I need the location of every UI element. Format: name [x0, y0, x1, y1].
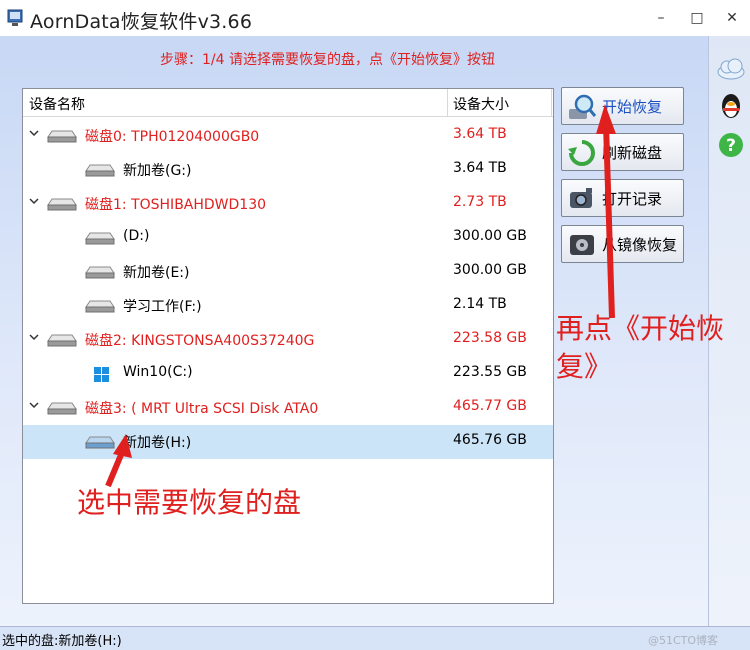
- column-header-name[interactable]: 设备名称: [29, 94, 85, 114]
- row-name: 磁盘2: KINGSTONSA400S37240G: [85, 333, 315, 349]
- watermark: @51CTO博客: [648, 634, 719, 647]
- list-header: 设备名称 设备大小: [23, 89, 553, 117]
- volume-row[interactable]: (D:) 300.00 GB: [23, 221, 553, 255]
- hard-disk-icon: [47, 334, 77, 347]
- row-size: 465.76 GB: [453, 432, 527, 448]
- minimize-button[interactable]: –: [652, 9, 670, 27]
- start-recovery-button[interactable]: 开始恢复: [561, 87, 684, 125]
- volume-icon: [85, 164, 115, 177]
- row-name: 磁盘3: ( MRT Ultra SCSI Disk ATA0: [85, 401, 319, 417]
- windows-icon: [94, 367, 109, 382]
- status-bar: 选中的盘:新加卷(H:) @51CTO博客: [0, 626, 750, 650]
- open-record-button[interactable]: 打开记录: [561, 179, 684, 217]
- annotation-click-start-line1: 再点《开始恢: [556, 312, 725, 345]
- disk-row[interactable]: 磁盘2: KINGSTONSA400S37240G 223.58 GB: [23, 323, 553, 357]
- row-name: 磁盘0: TPH01204000GB0: [85, 129, 260, 145]
- volume-row[interactable]: Win10(C:) 223.55 GB: [23, 357, 553, 391]
- volume-icon: [85, 300, 115, 313]
- row-name: Win10(C:): [123, 364, 193, 380]
- chevron-down-icon[interactable]: [28, 195, 40, 207]
- camera-icon: [570, 188, 592, 208]
- chevron-down-icon[interactable]: [28, 399, 40, 411]
- column-divider[interactable]: [447, 89, 448, 117]
- hard-disk-icon: [47, 402, 77, 415]
- image-restore-button[interactable]: 从镜像恢复: [561, 225, 684, 263]
- row-size: 223.55 GB: [453, 364, 527, 380]
- row-size: 300.00 GB: [453, 262, 527, 278]
- refresh-disk-label: 刷新磁盘: [602, 144, 663, 162]
- row-size: 2.14 TB: [453, 296, 507, 312]
- hard-disk-icon: [47, 198, 77, 211]
- row-size: 3.64 TB: [453, 126, 507, 142]
- window-title: AornData恢复软件v3.66: [30, 11, 253, 33]
- row-size: 3.64 TB: [453, 160, 507, 176]
- chevron-down-icon[interactable]: [28, 331, 40, 343]
- annotation-click-start-line2: 复》: [556, 350, 613, 383]
- column-divider[interactable]: [551, 89, 552, 117]
- volume-icon: [85, 436, 115, 449]
- volume-icon: [85, 266, 115, 279]
- row-name: 磁盘1: TOSHIBAHDWD130: [85, 197, 267, 213]
- title-bar: AornData恢复软件v3.66 – □ ✕: [0, 0, 750, 36]
- volume-row[interactable]: 新加卷(G:) 3.64 TB: [23, 153, 553, 187]
- svg-text:?: ?: [726, 136, 736, 156]
- row-name: 新加卷(E:): [123, 265, 190, 281]
- row-name: (D:): [123, 228, 150, 244]
- volume-icon: [85, 232, 115, 245]
- open-record-label: 打开记录: [602, 190, 663, 208]
- disk-row[interactable]: 磁盘0: TPH01204000GB0 3.64 TB: [23, 119, 553, 153]
- volume-row[interactable]: 新加卷(H:) 465.76 GB: [23, 425, 553, 459]
- magnifier-icon: [569, 94, 597, 119]
- hard-disk-icon: [47, 130, 77, 143]
- column-header-size[interactable]: 设备大小: [453, 94, 509, 114]
- volume-row[interactable]: 新加卷(E:) 300.00 GB: [23, 255, 553, 289]
- image-restore-label: 从镜像恢复: [602, 236, 678, 254]
- help-icon[interactable]: ?: [715, 130, 747, 162]
- disk-row[interactable]: 磁盘3: ( MRT Ultra SCSI Disk ATA0 465.77 GB: [23, 391, 553, 425]
- refresh-icon: [568, 140, 595, 166]
- qq-penguin-icon[interactable]: [715, 90, 747, 122]
- close-button[interactable]: ✕: [723, 9, 741, 27]
- row-name: 新加卷(H:): [123, 435, 192, 451]
- disk-list[interactable]: 设备名称 设备大小 磁盘0: TPH01204000GB0 3.64 TB 新加卷(…: [22, 88, 554, 604]
- row-name: 学习工作(F:): [123, 299, 202, 315]
- chevron-down-icon[interactable]: [28, 127, 40, 139]
- selected-disk-status: 选中的盘:新加卷(H:): [2, 634, 122, 649]
- row-size: 2.73 TB: [453, 194, 507, 210]
- volume-row[interactable]: 学习工作(F:) 2.14 TB: [23, 289, 553, 323]
- row-name: 新加卷(G:): [123, 163, 192, 179]
- refresh-disk-button[interactable]: 刷新磁盘: [561, 133, 684, 171]
- disk-row[interactable]: 磁盘1: TOSHIBAHDWD130 2.73 TB: [23, 187, 553, 221]
- cloud-icon[interactable]: [715, 52, 747, 84]
- maximize-button[interactable]: □: [688, 9, 706, 27]
- step-instruction: 步骤：1/4 请选择需要恢复的盘，点《开始恢复》按钮: [160, 52, 495, 68]
- disk-image-icon: [570, 235, 594, 255]
- start-recovery-label: 开始恢复: [602, 98, 663, 116]
- app-icon: [7, 9, 23, 26]
- annotation-select-disk: 选中需要恢复的盘: [77, 486, 302, 519]
- row-size: 223.58 GB: [453, 330, 527, 346]
- row-size: 300.00 GB: [453, 228, 527, 244]
- row-size: 465.77 GB: [453, 398, 527, 414]
